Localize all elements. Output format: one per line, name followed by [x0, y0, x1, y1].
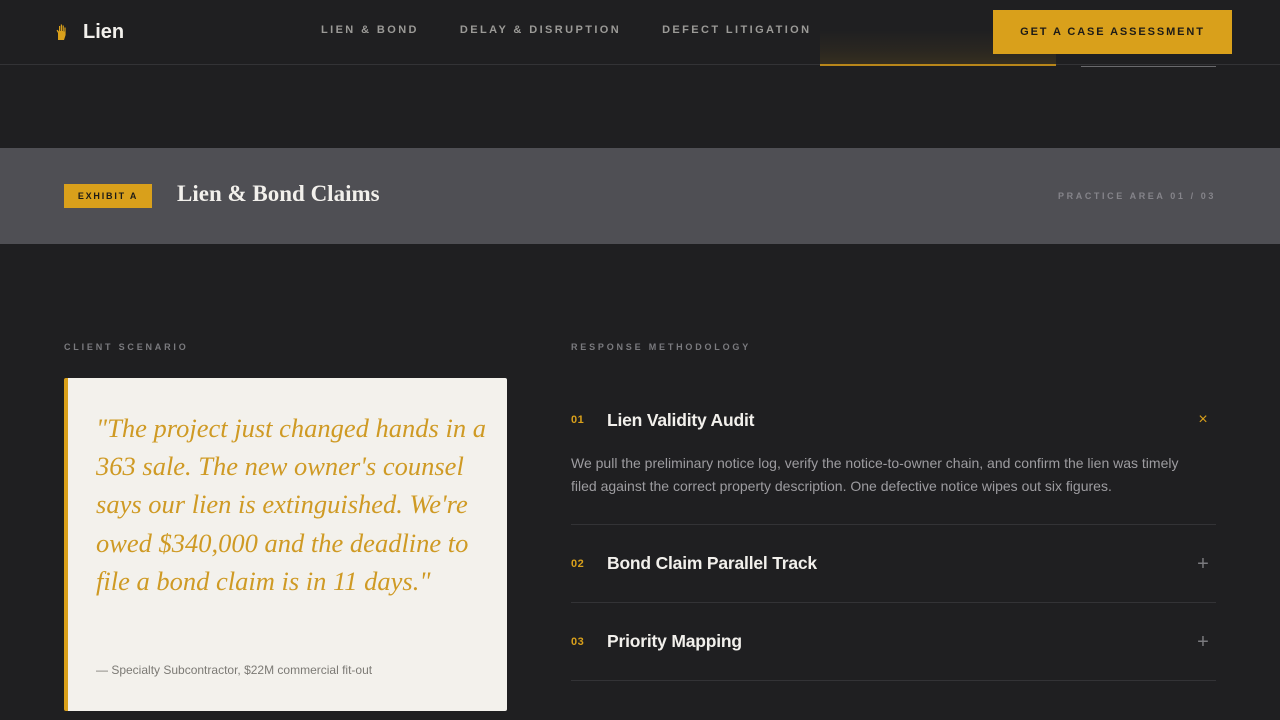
response-methodology-label: RESPONSE METHODOLOGY — [571, 342, 752, 352]
nav-link-lien-bond[interactable]: LIEN & BOND — [321, 24, 419, 36]
step-description: We pull the preliminary notice log, veri… — [571, 455, 1179, 494]
step-title: Priority Mapping — [607, 631, 742, 651]
top-nav: Lien LIEN & BOND DELAY & DISRUPTION DEFE… — [0, 0, 1280, 67]
accordion-header[interactable]: 01 Lien Validity Audit × — [571, 378, 1216, 462]
client-quote: "The project just changed hands in a 363… — [96, 413, 486, 596]
hand-icon — [56, 24, 66, 40]
accordion-item-priority-mapping: 03 Priority Mapping + — [571, 603, 1216, 681]
nav-link-defect-litigation[interactable]: DEFECT LITIGATION — [662, 24, 811, 36]
client-scenario-label: CLIENT SCENARIO — [64, 342, 189, 352]
close-icon[interactable]: × — [1196, 412, 1210, 428]
step-title: Lien Validity Audit — [607, 409, 755, 430]
primary-nav: LIEN & BOND DELAY & DISRUPTION DEFECT LI… — [321, 24, 811, 36]
nav-link-delay-disruption[interactable]: DELAY & DISRUPTION — [460, 24, 621, 36]
exhibit-header: EXHIBIT A Lien & Bond Claims PRACTICE AR… — [0, 148, 1280, 244]
brand-logo-link[interactable]: Lien — [55, 21, 124, 43]
methodology-accordion: 01 Lien Validity Audit × We pull the pre… — [571, 390, 1216, 681]
step-title: Bond Claim Parallel Track — [607, 553, 817, 573]
exhibit-badge: EXHIBIT A — [64, 184, 152, 208]
client-quote-card: "The project just changed hands in a 363… — [64, 378, 507, 711]
accordion-item-bond-claim: 02 Bond Claim Parallel Track + — [571, 525, 1216, 603]
accordion-header[interactable]: 02 Bond Claim Parallel Track + — [571, 525, 1216, 602]
quote-attribution: — Specialty Subcontractor, $22M commerci… — [96, 663, 373, 677]
plus-icon[interactable]: + — [1196, 554, 1210, 574]
step-number: 01 — [571, 414, 585, 426]
brand-name: Lien — [83, 20, 125, 43]
step-number: 02 — [571, 557, 585, 570]
practice-area-title: Lien & Bond Claims — [177, 181, 380, 206]
accordion-item-lien-validity: 01 Lien Validity Audit × We pull the pre… — [571, 378, 1216, 525]
practice-area-counter: PRACTICE AREA 01 / 03 — [1058, 191, 1216, 201]
plus-icon[interactable]: + — [1196, 632, 1210, 652]
step-number: 03 — [571, 635, 585, 648]
accordion-header[interactable]: 03 Priority Mapping + — [571, 603, 1216, 680]
case-assessment-button[interactable]: GET A CASE ASSESSMENT — [993, 10, 1232, 54]
